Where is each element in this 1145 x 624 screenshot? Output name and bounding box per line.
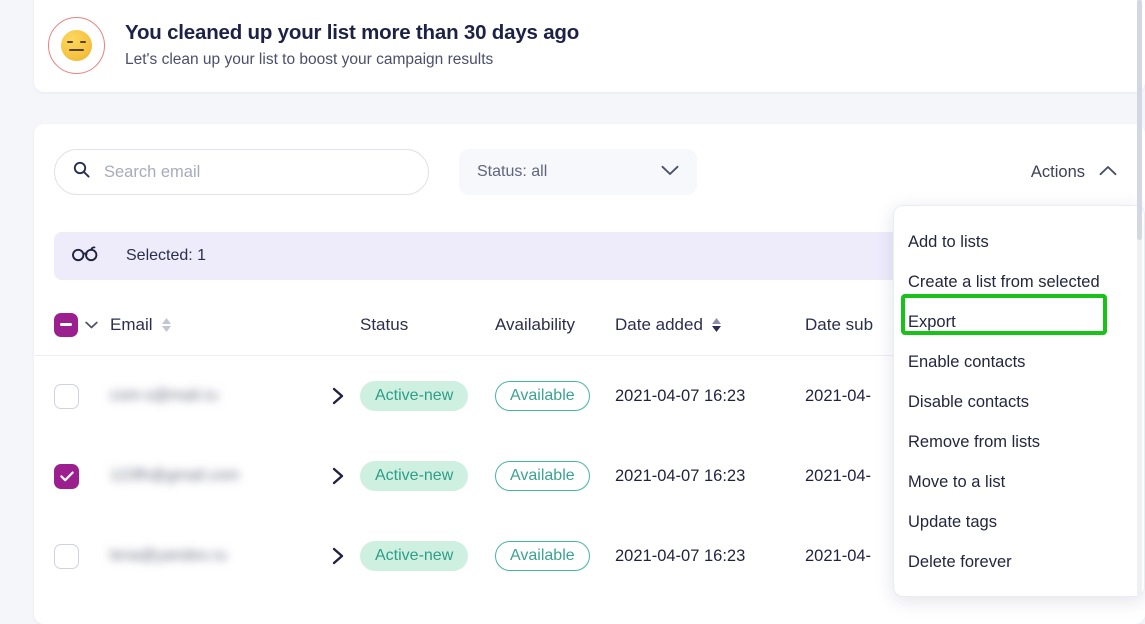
- row-availability-cell: Available: [495, 461, 615, 491]
- row-date-added: 2021-04-07 16:23: [615, 546, 746, 565]
- row-availability-cell: Available: [495, 381, 615, 411]
- page-scrollbar[interactable]: [1137, 0, 1142, 595]
- row-date-added: 2021-04-07 16:23: [615, 386, 746, 405]
- column-header-status-label: Status: [360, 314, 409, 334]
- availability-badge: Available: [495, 541, 590, 571]
- status-badge: Active-new: [360, 541, 469, 571]
- column-header-status: Status: [360, 315, 495, 335]
- row-status-cell: Active-new: [360, 461, 495, 491]
- row-email: 123fh@gmail.com: [110, 467, 240, 484]
- status-filter-dropdown[interactable]: Status: all: [459, 149, 697, 195]
- row-select-cell: [54, 383, 110, 409]
- chevron-right-icon[interactable]: [332, 467, 360, 485]
- chevron-right-icon[interactable]: [332, 387, 360, 405]
- row-email: lena@yandex.ru: [110, 547, 227, 564]
- menu-item-add-to-lists[interactable]: Add to lists: [894, 222, 1144, 262]
- row-email: com-s@mail.ru: [110, 387, 218, 404]
- column-header-availability: Availability: [495, 315, 615, 335]
- row-checkbox[interactable]: [54, 383, 79, 409]
- select-all-cell: [54, 312, 110, 337]
- row-email-cell: com-s@mail.ru: [110, 387, 360, 405]
- row-email-cell: lena@yandex.ru: [110, 547, 360, 565]
- row-email-cell: 123fh@gmail.com: [110, 467, 360, 485]
- search-box[interactable]: [54, 149, 429, 195]
- menu-item-create-a-list-from-selected[interactable]: Create a list from selected: [894, 262, 1144, 302]
- availability-badge: Available: [495, 381, 590, 411]
- actions-dropdown-menu: Add to lists Create a list from selected…: [893, 205, 1145, 597]
- column-header-date-added-label: Date added: [615, 314, 703, 334]
- menu-item-update-tags[interactable]: Update tags: [894, 502, 1144, 542]
- banner-title: You cleaned up your list more than 30 da…: [125, 20, 580, 44]
- row-date-subscribed: 2021-04-: [805, 466, 872, 485]
- column-header-availability-label: Availability: [495, 314, 576, 334]
- status-badge: Active-new: [360, 461, 469, 491]
- row-date-added: 2021-04-07 16:23: [615, 466, 746, 485]
- column-header-date-subscribed-label: Date sub: [805, 314, 874, 334]
- row-availability-cell: Available: [495, 541, 615, 571]
- actions-label: Actions: [1030, 162, 1085, 181]
- selected-count-label: Selected: 1: [126, 247, 207, 264]
- sort-arrows-active-icon[interactable]: [711, 317, 721, 332]
- row-checkbox[interactable]: [54, 543, 79, 569]
- column-header-email[interactable]: Email: [110, 315, 360, 335]
- glasses-icon: [72, 245, 98, 267]
- actions-button[interactable]: Actions: [1015, 149, 1133, 195]
- chevron-up-icon: [1099, 163, 1117, 181]
- row-date-added-cell: 2021-04-07 16:23: [615, 547, 805, 566]
- menu-item-delete-forever[interactable]: Delete forever: [894, 542, 1144, 582]
- menu-item-enable-contacts[interactable]: Enable contacts: [894, 342, 1144, 382]
- row-status-cell: Active-new: [360, 541, 495, 571]
- chevron-down-icon: [661, 163, 679, 181]
- cleanup-banner: You cleaned up your list more than 30 da…: [34, 0, 1145, 92]
- chevron-right-icon[interactable]: [332, 547, 360, 565]
- expressionless-face-emoji-icon: [48, 16, 105, 74]
- select-all-chevron-down-icon[interactable]: [85, 316, 98, 334]
- column-header-date-added[interactable]: Date added: [615, 315, 805, 335]
- row-date-subscribed: 2021-04-: [805, 546, 872, 565]
- search-input[interactable]: [102, 161, 386, 183]
- row-date-added-cell: 2021-04-07 16:23: [615, 387, 805, 406]
- menu-item-export[interactable]: Export: [894, 302, 1144, 342]
- menu-item-move-to-a-list[interactable]: Move to a list: [894, 462, 1144, 502]
- banner-subtitle: Let's clean up your list to boost your c…: [125, 50, 494, 68]
- row-select-cell: [54, 543, 110, 569]
- row-select-cell: [54, 463, 110, 489]
- column-header-email-label: Email: [110, 314, 153, 334]
- menu-item-remove-from-lists[interactable]: Remove from lists: [894, 422, 1144, 462]
- search-icon: [73, 161, 90, 183]
- row-status-cell: Active-new: [360, 381, 495, 411]
- status-filter-label: Status: all: [477, 163, 548, 180]
- status-badge: Active-new: [360, 381, 469, 411]
- banner-text: You cleaned up your list more than 30 da…: [125, 20, 579, 71]
- row-checkbox-checked[interactable]: [54, 463, 79, 489]
- page-scrollbar-thumb[interactable]: [1137, 0, 1142, 240]
- menu-item-disable-contacts[interactable]: Disable contacts: [894, 382, 1144, 422]
- availability-badge: Available: [495, 461, 590, 491]
- sort-arrows-icon[interactable]: [161, 317, 171, 332]
- select-all-checkbox[interactable]: [54, 312, 78, 337]
- row-date-subscribed: 2021-04-: [805, 386, 872, 405]
- row-date-added-cell: 2021-04-07 16:23: [615, 467, 805, 486]
